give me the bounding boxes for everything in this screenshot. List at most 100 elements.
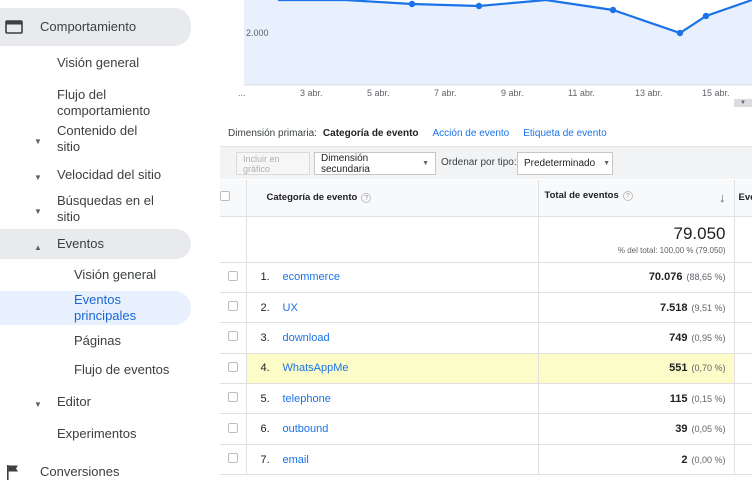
sidebar-item-flow[interactable]: Flujo del comportamiento <box>57 86 177 120</box>
row-checkbox[interactable] <box>227 453 238 464</box>
help-icon[interactable]: ? <box>622 191 633 202</box>
sidebar-item-events-overview[interactable]: Visión general <box>74 266 194 284</box>
total-empty-cell <box>734 216 752 263</box>
sidebar-item-conversions[interactable]: Conversiones <box>0 462 191 480</box>
row-checkbox[interactable] <box>227 392 238 403</box>
column-header-total-events[interactable]: Total de eventos? ↓ <box>538 180 735 217</box>
sidebar-item-top-events[interactable]: Eventos principales <box>0 291 191 325</box>
dimension-event-action[interactable]: Acción de evento <box>433 128 510 139</box>
total-events-percentage: (0,95 %) <box>691 332 726 343</box>
row-checkbox[interactable] <box>227 422 238 433</box>
secondary-dimension-select[interactable]: Dimensión secundaria ▼ <box>314 152 436 175</box>
sidebar-item-label: Flujo del comportamiento <box>57 87 151 118</box>
total-events-percentage: % del total: 100,00 % (79.050) <box>617 245 726 255</box>
next-column-cell <box>734 292 752 324</box>
row-checkbox[interactable] <box>227 361 238 372</box>
sidebar-nav: Comportamiento Visión general Flujo del … <box>0 0 220 480</box>
sidebar-item-pages[interactable]: Páginas <box>74 332 194 350</box>
table-total-row: 79.050 % del total: 100,00 % (79.050) <box>220 216 752 263</box>
sidebar-item-behavior[interactable]: Comportamiento <box>0 8 191 46</box>
row-checkbox-cell <box>220 292 247 324</box>
chart-point[interactable] <box>475 2 483 10</box>
chart-collapse-handle[interactable]: ▼ <box>734 99 752 107</box>
sidebar-item-overview[interactable]: Visión general <box>57 54 207 72</box>
sidebar-item-label: Velocidad del sitio <box>57 167 162 182</box>
primary-dimension-bar: Dimensión primaria: Categoría de evento … <box>228 128 607 139</box>
help-icon[interactable]: ? <box>361 193 372 204</box>
next-column-cell <box>734 322 752 354</box>
chart-point[interactable] <box>408 0 416 8</box>
sidebar-item-label: Conversiones <box>40 464 120 479</box>
chart-point[interactable] <box>702 12 710 20</box>
row-index: 1. <box>260 271 270 284</box>
total-events-value: 79.050 <box>673 223 726 243</box>
row-checkbox-cell <box>220 353 247 385</box>
sidebar-item-label: Eventos principales <box>74 292 137 323</box>
event-category-link[interactable]: telephone <box>269 393 331 405</box>
event-category-link[interactable]: UX <box>269 302 298 314</box>
column-header-category[interactable]: Categoría de evento? <box>246 180 539 217</box>
sidebar-item-events[interactable]: ▲ Eventos <box>0 229 191 259</box>
event-category-link[interactable]: email <box>269 454 309 466</box>
sidebar-item-label: Contenido del sitio <box>57 123 138 154</box>
row-checkbox-cell <box>220 262 247 293</box>
y-axis-label: 2.000 <box>246 28 269 38</box>
sort-desc-arrow-icon[interactable]: ↓ <box>719 190 726 205</box>
x-tick-label: 3 abr. <box>300 88 323 98</box>
row-checkbox[interactable] <box>227 331 238 342</box>
event-category-link[interactable]: WhatsAppMe <box>269 362 349 374</box>
sidebar-item-label: Visión general <box>74 267 157 282</box>
chart-point[interactable] <box>676 29 684 37</box>
sidebar-item-events-flow[interactable]: Flujo de eventos <box>74 361 194 379</box>
sidebar-item-experiments[interactable]: Experimentos <box>57 425 177 443</box>
total-events-percentage: (0,05 %) <box>691 424 726 435</box>
next-column-cell <box>734 262 752 293</box>
header-checkbox-cell <box>220 180 247 217</box>
caret-down-icon: ▼ <box>34 400 42 409</box>
sidebar-item-label: Visión general <box>57 55 140 70</box>
x-tick-label: 7 abr. <box>434 88 457 98</box>
column-header-label: Categoría de evento <box>266 192 358 204</box>
plot-rows-button[interactable]: Incluir en gráfico <box>236 152 310 175</box>
next-column-cell <box>734 413 752 445</box>
event-category-link[interactable]: download <box>269 332 330 344</box>
row-checkbox-cell <box>220 383 247 415</box>
row-checkbox[interactable] <box>227 270 238 281</box>
sidebar-item-publisher[interactable]: ▼ Editor <box>30 393 180 411</box>
x-tick-label: 11 abr. <box>568 88 595 98</box>
total-events-value: 7.518 <box>659 301 688 314</box>
table-row: 3. download 749 (0,95 %) <box>220 322 752 354</box>
dimension-event-label[interactable]: Etiqueta de evento <box>523 128 606 139</box>
total-events-value: 2 <box>681 453 688 466</box>
sort-type-select[interactable]: Predeterminado ▼ <box>517 152 613 175</box>
row-index: 4. <box>260 362 270 375</box>
event-category-link[interactable]: ecommerce <box>269 271 340 283</box>
sidebar-item-site-speed[interactable]: ▼ Velocidad del sitio <box>30 166 200 184</box>
sidebar-item-label: Comportamiento <box>40 19 137 34</box>
table-toolbar: Incluir en gráfico Dimensión secundaria … <box>220 146 752 179</box>
sidebar-item-site-content[interactable]: ▼ Contenido del sitio <box>30 122 180 156</box>
dropdown-arrow-icon: ▼ <box>422 160 429 167</box>
sort-type-value: Predeterminado <box>524 158 596 169</box>
select-all-checkbox[interactable] <box>220 191 230 202</box>
event-category-link[interactable]: outbound <box>269 423 329 435</box>
row-checkbox-cell <box>220 413 247 445</box>
next-column-cell <box>734 444 752 476</box>
row-checkbox[interactable] <box>227 301 238 312</box>
total-events-value: 70.076 <box>648 271 683 284</box>
sidebar-item-site-search[interactable]: ▼ Búsquedas en el sitio <box>30 192 180 226</box>
row-index: 2. <box>260 301 270 314</box>
total-events-value: 115 <box>669 392 688 405</box>
chart-ellipsis: ... <box>238 88 246 98</box>
row-index: 3. <box>260 331 270 344</box>
chart-area-fill <box>244 0 752 85</box>
table-row-highlighted: 4. WhatsAppMe 551 (0,70 %) <box>220 353 752 385</box>
total-events-percentage: (9,51 %) <box>691 302 726 313</box>
column-header-label: Total de eventos <box>544 190 619 202</box>
chart-point[interactable] <box>609 6 617 14</box>
dimension-event-category[interactable]: Categoría de evento <box>323 128 419 139</box>
column-header-next[interactable]: Even <box>734 180 752 217</box>
sidebar-item-label: Editor <box>57 394 91 409</box>
caret-down-icon: ▼ <box>34 137 42 146</box>
total-events-value: 551 <box>669 362 688 375</box>
